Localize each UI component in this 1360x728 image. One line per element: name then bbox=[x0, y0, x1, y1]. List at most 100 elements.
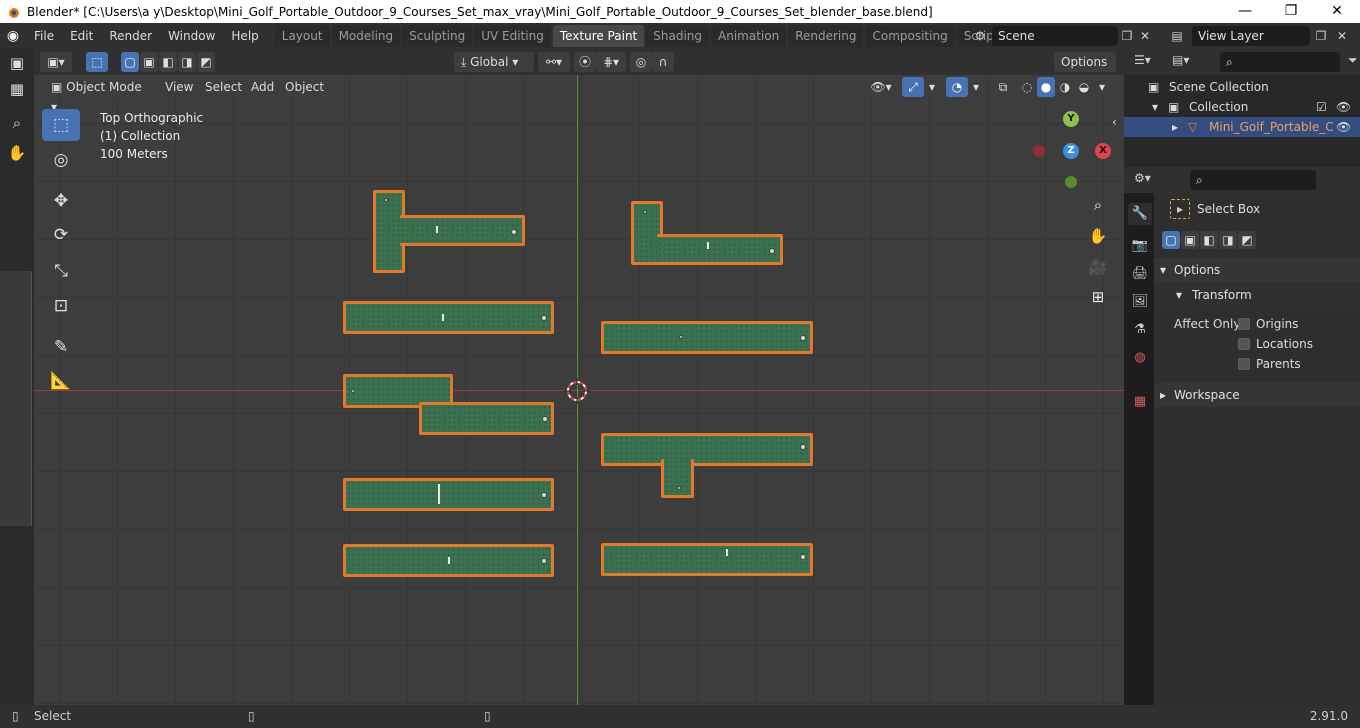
blender-menu-icon[interactable]: ◉ bbox=[0, 28, 26, 44]
maximize-button[interactable]: ❐ bbox=[1268, 0, 1314, 23]
select-mode-extend-icon[interactable]: ▣ bbox=[140, 52, 158, 72]
transform-orientation-dropdown[interactable]: ⤓ Global ▾ bbox=[454, 52, 534, 72]
cursor-tool[interactable]: ◎ bbox=[42, 144, 80, 176]
outliner-search-field[interactable]: ⌕ bbox=[1220, 52, 1340, 72]
mode-new-icon[interactable]: ▢ bbox=[1162, 231, 1180, 249]
properties-search-field[interactable]: ⌕ bbox=[1190, 170, 1316, 190]
select-mode-invert-icon[interactable]: ◨ bbox=[178, 52, 196, 72]
shading-material-icon[interactable]: ◑ bbox=[1056, 77, 1074, 97]
measure-tool[interactable]: 📐 bbox=[42, 365, 80, 397]
display-mode-icon[interactable]: ▤▾ bbox=[1172, 53, 1189, 67]
course-mesh-1b[interactable] bbox=[400, 215, 525, 246]
shading-dropdown-icon[interactable]: ▾ bbox=[1094, 77, 1110, 97]
menu-object[interactable]: Object bbox=[278, 77, 332, 97]
tab-modeling[interactable]: Modeling bbox=[331, 25, 401, 47]
pan-view-icon[interactable]: ✋ bbox=[1086, 224, 1110, 248]
sidebar-toggle-icon[interactable]: ‹ bbox=[1112, 115, 1117, 129]
rotate-tool[interactable]: ⟳ bbox=[42, 219, 80, 251]
proportional-edit-icon[interactable]: ◎ bbox=[630, 52, 652, 72]
overlay-toggle-icon[interactable]: ◔ bbox=[946, 77, 968, 97]
collection-visibility-icon[interactable]: 👁 bbox=[1336, 97, 1351, 117]
select-box-tool[interactable]: ⬚ bbox=[42, 109, 80, 141]
properties-editor-icon[interactable]: ⚙▾ bbox=[1134, 171, 1151, 185]
select-mode-intersect-icon[interactable]: ◩ bbox=[197, 52, 215, 72]
pivot-point-icon[interactable]: ⚯▾ bbox=[538, 52, 570, 72]
course-mesh-9[interactable] bbox=[601, 543, 813, 576]
tab-animation[interactable]: Animation bbox=[711, 25, 787, 47]
tab-layout[interactable]: Layout bbox=[274, 25, 330, 47]
menu-help[interactable]: Help bbox=[223, 23, 266, 49]
render-tab-icon[interactable]: 📷 bbox=[1128, 235, 1152, 257]
scale-tool[interactable]: ⤡ bbox=[42, 255, 80, 287]
3d-viewport[interactable]: ▣▾ ⬚ ▢ ▣ ◧ ◨ ◩ ⤓ Global ▾ ⚯▾ ⦿ ⋕▾ ◎ ∩ Op… bbox=[34, 49, 1124, 705]
filter-icon[interactable]: ⏷ bbox=[1348, 53, 1358, 68]
gizmo-toggle-icon[interactable]: ⤢ bbox=[902, 77, 924, 97]
editor-type-icon[interactable]: ▣ bbox=[4, 51, 30, 75]
hand-icon[interactable]: ✋ bbox=[4, 141, 30, 165]
shading-solid-icon[interactable]: ● bbox=[1037, 77, 1055, 97]
mode-dropdown[interactable]: ▣ Object Mode ▾ bbox=[44, 77, 152, 114]
tab-uv-editing[interactable]: UV Editing bbox=[474, 25, 551, 47]
left-collapsed-panel[interactable] bbox=[0, 271, 32, 526]
scene-tab-icon[interactable]: ⚗ bbox=[1128, 319, 1152, 341]
snap-toggle-icon[interactable]: ⦿ bbox=[574, 52, 596, 72]
gizmo-neg-y-axis[interactable] bbox=[1065, 176, 1077, 188]
tab-texture-paint[interactable]: Texture Paint bbox=[552, 25, 645, 47]
copy-scene-icon[interactable]: ❐ bbox=[1118, 29, 1136, 43]
parents-checkbox[interactable] bbox=[1238, 358, 1250, 370]
course-mesh-3[interactable] bbox=[343, 301, 554, 334]
menu-window[interactable]: Window bbox=[160, 23, 223, 49]
output-tab-icon[interactable]: 🖨 bbox=[1128, 263, 1152, 285]
overlay-dropdown-icon[interactable]: ▾ bbox=[968, 77, 984, 97]
camera-view-icon[interactable]: 🎥 bbox=[1086, 255, 1110, 279]
origins-checkbox[interactable] bbox=[1238, 318, 1250, 330]
view-layer-tab-icon[interactable]: 🖼 bbox=[1128, 291, 1152, 313]
select-mode-subtract-icon[interactable]: ◧ bbox=[159, 52, 177, 72]
course-mesh-6a[interactable] bbox=[601, 433, 813, 466]
locations-checkbox[interactable] bbox=[1238, 338, 1250, 350]
visibility-dropdown-icon[interactable]: 👁▾ bbox=[866, 77, 896, 97]
course-mesh-7[interactable] bbox=[343, 478, 554, 511]
transform-subsection-header[interactable]: ▾ Transform bbox=[1154, 283, 1360, 307]
expand-object-icon[interactable]: ▸ bbox=[1172, 117, 1178, 137]
editor-type-dropdown-icon[interactable]: ▣▾ bbox=[40, 52, 72, 72]
expand-collection-icon[interactable]: ▾ bbox=[1152, 97, 1158, 117]
gizmo-x-axis[interactable]: X bbox=[1095, 143, 1111, 159]
xray-toggle-icon[interactable]: ⧉ bbox=[992, 77, 1014, 97]
ortho-toggle-icon[interactable]: ⊞ bbox=[1086, 285, 1110, 309]
mode-invert-icon[interactable]: ◨ bbox=[1219, 231, 1237, 249]
menu-view[interactable]: View bbox=[158, 77, 201, 97]
shading-rendered-icon[interactable]: ◒ bbox=[1075, 77, 1093, 97]
copy-view-layer-icon[interactable]: ❐ bbox=[1310, 29, 1332, 43]
annotate-tool[interactable]: ✎ bbox=[42, 331, 80, 363]
menu-add[interactable]: Add bbox=[244, 77, 282, 97]
options-section-header[interactable]: ▾ Options bbox=[1154, 258, 1360, 282]
object-visibility-icon[interactable]: 👁 bbox=[1336, 117, 1351, 137]
texture-tab-icon[interactable]: ▦ bbox=[1128, 391, 1152, 413]
snap-target-icon[interactable]: ⋕▾ bbox=[596, 52, 626, 72]
zoom-view-icon[interactable]: ⌕ bbox=[1086, 193, 1110, 217]
select-mode-new-icon[interactable]: ▢ bbox=[121, 52, 139, 72]
course-mesh-6b[interactable] bbox=[661, 459, 694, 498]
world-tab-icon[interactable]: ◍ bbox=[1128, 347, 1152, 369]
mode-extend-icon[interactable]: ▣ bbox=[1181, 231, 1199, 249]
options-dropdown[interactable]: Options ▾ bbox=[1054, 52, 1116, 89]
gizmo-z-axis[interactable]: Z bbox=[1063, 143, 1079, 159]
navigation-gizmo[interactable]: Y Z X bbox=[1030, 109, 1111, 189]
checker-icon[interactable]: ▦ bbox=[4, 77, 30, 101]
course-mesh-2b[interactable] bbox=[657, 234, 783, 265]
tool-tab-icon[interactable]: 🔧 bbox=[1128, 203, 1152, 225]
gizmo-neg-x-axis[interactable] bbox=[1033, 145, 1045, 157]
menu-select[interactable]: Select bbox=[198, 77, 250, 97]
tab-rendering[interactable]: Rendering bbox=[788, 25, 864, 47]
scene-name-field[interactable]: Scene bbox=[992, 26, 1118, 46]
remove-scene-icon[interactable]: ✕ bbox=[1136, 29, 1154, 43]
shading-wireframe-icon[interactable]: ◌ bbox=[1018, 77, 1036, 97]
minimize-button[interactable]: — bbox=[1222, 0, 1268, 23]
course-mesh-4[interactable] bbox=[601, 321, 813, 354]
outliner-row-collection[interactable]: ▾ ▣ Collection ☑ 👁 bbox=[1124, 97, 1360, 117]
menu-edit[interactable]: Edit bbox=[62, 23, 101, 49]
mode-intersect-icon[interactable]: ◩ bbox=[1238, 231, 1256, 249]
tab-sculpting[interactable]: Sculpting bbox=[402, 25, 473, 47]
remove-view-layer-icon[interactable]: ✕ bbox=[1332, 29, 1352, 43]
